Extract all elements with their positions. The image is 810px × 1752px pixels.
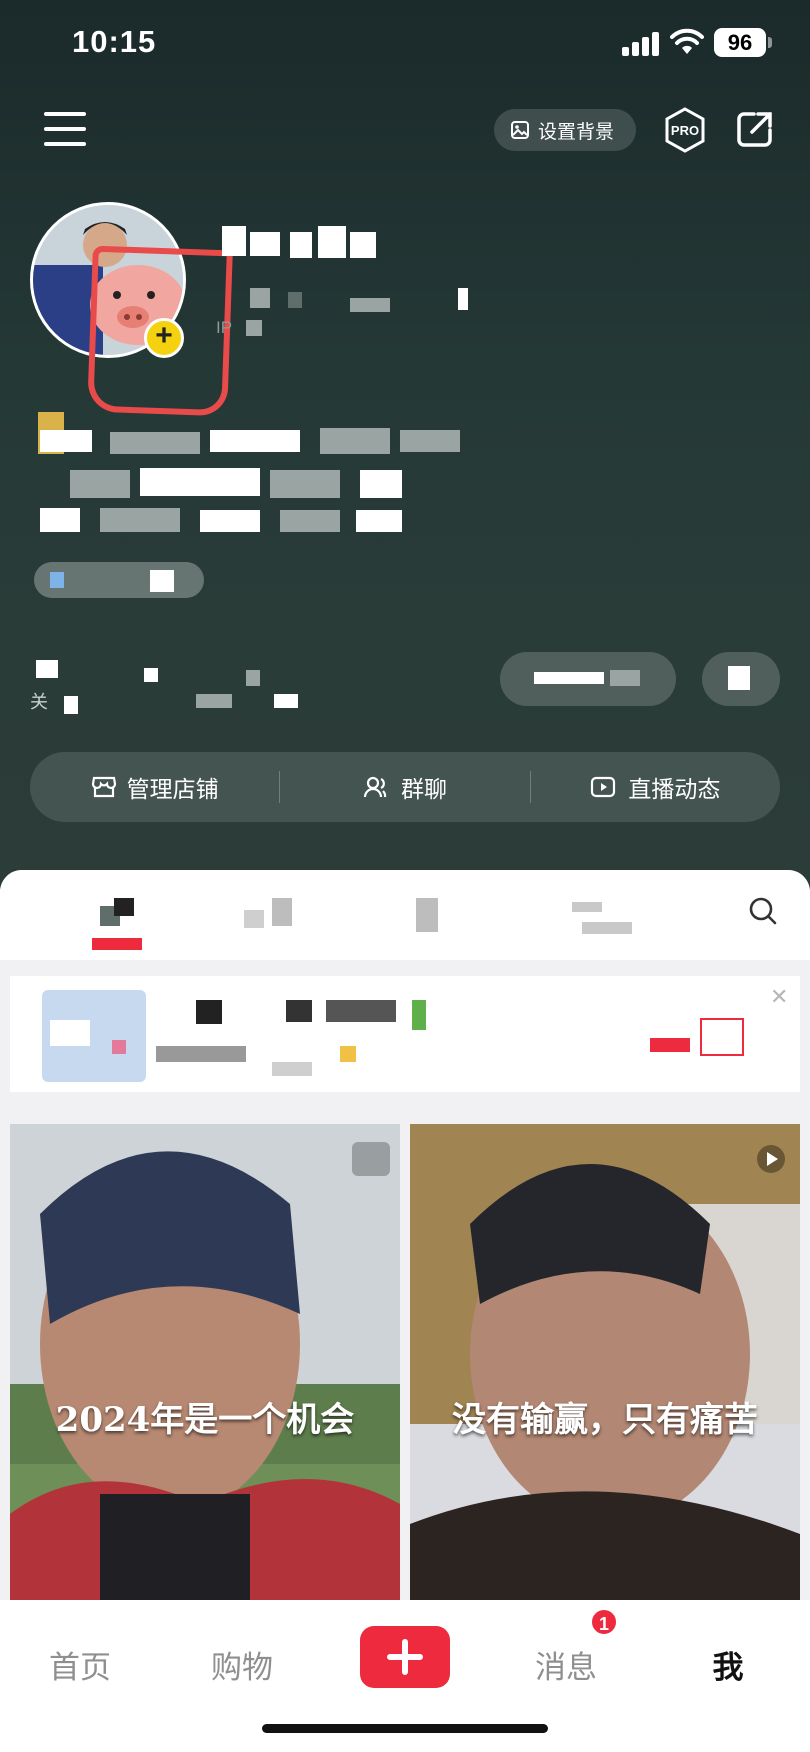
live-updates-button[interactable]: 直播动态: [531, 752, 780, 822]
live-updates-label: 直播动态: [628, 776, 721, 802]
profile-action-bar: 管理店铺 群聊 直播动态: [30, 752, 780, 822]
battery-level: 96: [714, 28, 766, 57]
group-chat-label: 群聊: [400, 776, 447, 802]
promo-cta-button[interactable]: [650, 1016, 746, 1056]
tab-second[interactable]: [244, 898, 314, 938]
nav-me[interactable]: 我: [668, 1642, 788, 1687]
settings-button[interactable]: [702, 652, 780, 706]
video-card[interactable]: 2024年是一个机会: [10, 1124, 400, 1600]
nav-shopping[interactable]: 购物: [182, 1642, 302, 1687]
tab-works[interactable]: [90, 898, 144, 938]
manage-store-label: 管理店铺: [126, 776, 219, 802]
pro-label: PRO: [671, 123, 699, 138]
wifi-icon: [670, 28, 704, 54]
set-background-label: 设置背景: [538, 121, 615, 143]
nav-messages[interactable]: 消息: [506, 1642, 626, 1687]
nav-home[interactable]: 首页: [20, 1642, 140, 1687]
group-icon: [363, 776, 387, 798]
group-chat-button[interactable]: 群聊: [280, 752, 529, 822]
search-icon[interactable]: [748, 896, 778, 926]
share-icon: [737, 112, 772, 147]
image-icon: [511, 121, 529, 139]
pro-button[interactable]: PRO: [664, 107, 706, 153]
promo-banner[interactable]: ✕: [10, 976, 800, 1092]
active-tab-indicator: [92, 938, 142, 950]
share-button[interactable]: [736, 110, 774, 148]
battery-tip: [768, 37, 772, 48]
video-badge-icon: [352, 1142, 390, 1176]
ip-location-label: IP: [216, 318, 233, 337]
signal-icon: [622, 32, 660, 56]
status-bar: 10:15 96: [0, 0, 810, 90]
live-icon: [591, 776, 616, 798]
video-caption: 没有输赢，只有痛苦: [452, 1400, 758, 1440]
home-indicator: [262, 1724, 548, 1733]
play-icon: [757, 1145, 785, 1173]
manage-store-button[interactable]: 管理店铺: [30, 752, 279, 822]
video-thumbnail: [10, 1124, 400, 1600]
close-icon[interactable]: ✕: [770, 984, 788, 1010]
menu-icon[interactable]: [44, 112, 86, 146]
set-background-button[interactable]: 设置背景: [494, 109, 636, 151]
video-card[interactable]: 没有输赢，只有痛苦: [410, 1124, 800, 1600]
status-time: 10:15: [72, 24, 157, 59]
redacted-ip: [246, 320, 262, 336]
annotation-circle: [87, 245, 233, 417]
store-icon: [91, 776, 116, 798]
tab-third[interactable]: [416, 898, 456, 938]
tab-fourth[interactable]: [572, 898, 642, 938]
promo-image: [42, 990, 146, 1082]
edit-profile-button[interactable]: [500, 652, 676, 706]
plus-icon: [387, 1639, 423, 1675]
message-badge: 1: [590, 1608, 618, 1636]
create-button[interactable]: [360, 1626, 450, 1688]
follow-label: 关: [30, 692, 48, 712]
video-thumbnail: [410, 1124, 800, 1600]
video-caption: 2024年是一个机会: [55, 1400, 355, 1440]
pro-badge-icon: PRO: [665, 107, 705, 153]
